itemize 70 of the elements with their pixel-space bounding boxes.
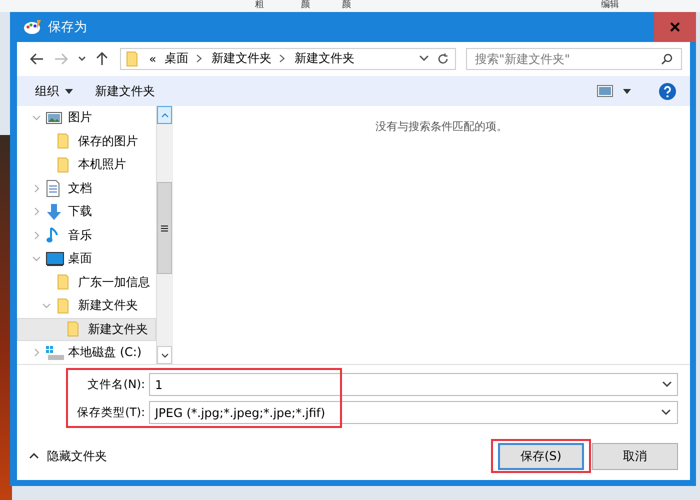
tree-label: 本机照片 (78, 156, 126, 174)
chevron-down-icon (661, 409, 671, 416)
caret-icon[interactable] (623, 88, 631, 94)
field-label: 保存类型(T): (76, 405, 145, 420)
tree-label: 图片 (68, 109, 92, 126)
tree-item[interactable]: 本机照片 (17, 153, 156, 176)
document-icon (46, 180, 60, 197)
tree-label: 桌面 (68, 250, 92, 268)
filename-field[interactable]: 1 (149, 373, 678, 396)
back-arrow-icon[interactable] (30, 52, 44, 64)
tree-label: 本地磁盘 (C:) (68, 344, 142, 362)
down-arrow-icon (46, 204, 62, 220)
tree-label: 新建文件夹 (78, 297, 138, 314)
chevron-right-icon[interactable] (279, 54, 286, 63)
close-button[interactable] (654, 12, 696, 42)
tree-label: 音乐 (68, 226, 92, 244)
scroll-down-button[interactable] (157, 346, 172, 364)
hide-folders-button[interactable]: 隐藏文件夹 (29, 448, 107, 464)
organize-menu[interactable]: 组织 (33, 80, 75, 102)
scrollbar[interactable] (156, 106, 172, 364)
chevron-up-icon (160, 112, 168, 118)
tree-item[interactable]: 新建文件夹 (17, 318, 156, 341)
picture-icon (46, 110, 62, 125)
scroll-thumb[interactable] (157, 182, 172, 274)
empty-message: 没有与搜索条件匹配的项。 (376, 119, 508, 133)
chevron-down-icon[interactable] (662, 381, 672, 388)
overflow-chevron[interactable]: « (149, 52, 156, 66)
tree-item[interactable]: 新建文件夹 (17, 294, 156, 318)
chevron-down-icon (160, 352, 168, 358)
search-field[interactable]: 搜索"新建文件夹" (466, 48, 682, 70)
refresh-icon[interactable] (437, 52, 449, 64)
breadcrumb[interactable]: 新建文件夹 (294, 50, 354, 67)
window-title: 保存为 (48, 19, 87, 36)
new-folder-button[interactable]: 新建文件夹 (93, 80, 157, 102)
tree-label: 广东一加信息 (78, 274, 150, 291)
scroll-up-button[interactable] (157, 106, 172, 124)
file-type-dropdown[interactable]: JPEG (*.jpg;*.jpeg;*.jpe;*.jfif) (149, 401, 678, 424)
field-label: 文件名(N): (86, 377, 145, 392)
up-arrow-icon[interactable] (96, 52, 108, 66)
breadcrumb[interactable]: 新建文件夹 (211, 50, 272, 67)
tree-item[interactable]: 图片 (17, 106, 156, 130)
cancel-button[interactable]: 取消 (592, 442, 678, 470)
caret-icon (65, 88, 73, 94)
tree-item[interactable]: 文档 (17, 176, 156, 200)
music-note-icon (46, 226, 58, 244)
help-icon[interactable] (659, 82, 676, 100)
chevron-up-icon (29, 453, 39, 459)
tree-item[interactable]: 广东一加信息 (17, 270, 156, 294)
close-icon (670, 22, 680, 32)
palette-icon (24, 19, 42, 35)
desktop-icon (46, 252, 64, 266)
tree-label: 保存的图片 (78, 132, 138, 150)
tree-label: 文档 (68, 180, 92, 197)
tree-label: 新建文件夹 (88, 320, 148, 338)
address-bar[interactable]: « 桌面 新建文件夹 新建文件夹 (120, 48, 456, 70)
chevron-right-icon[interactable] (196, 54, 204, 63)
chevron-down-icon[interactable] (78, 56, 86, 62)
save-button[interactable]: 保存(S) (498, 442, 584, 470)
tree-label: 下载 (68, 203, 92, 220)
chevron-down-icon[interactable] (419, 55, 429, 62)
view-icon[interactable] (597, 85, 613, 97)
toolbar-label: 粗 (255, 0, 264, 12)
search-icon (661, 52, 673, 64)
tree-item[interactable]: 本地磁盘 (C:) (17, 341, 156, 364)
tree-item[interactable]: 下载 (17, 200, 156, 224)
tree-item[interactable]: 桌面 (17, 247, 156, 270)
drive-icon (46, 346, 64, 360)
tree-item[interactable]: 保存的图片 (17, 130, 156, 153)
tree-item[interactable]: 音乐 (17, 224, 156, 247)
breadcrumb[interactable]: 桌面 (164, 50, 188, 67)
